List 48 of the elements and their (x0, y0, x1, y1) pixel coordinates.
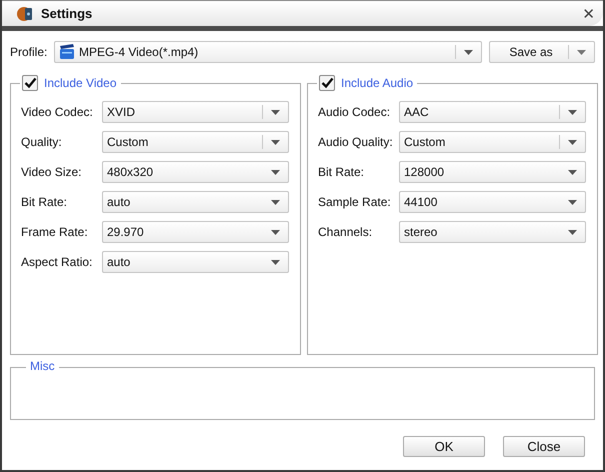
dropdown[interactable]: 29.970 (102, 221, 289, 243)
dropdown[interactable]: 128000 (399, 161, 586, 183)
dropdown-arrow-icon (464, 50, 473, 54)
dropdown[interactable]: auto (102, 251, 289, 273)
group-title: Include Video (44, 76, 117, 90)
dropdown-arrow-icon (271, 260, 280, 264)
window-title: Settings (41, 6, 94, 21)
group-title: Include Audio (341, 76, 414, 90)
dialog-button[interactable]: Close (503, 436, 585, 457)
field-label: Bit Rate: (318, 165, 366, 179)
dropdown[interactable]: XVID (102, 101, 289, 123)
field-label: Bit Rate: (21, 195, 68, 209)
dialog-button[interactable]: OK (403, 436, 485, 457)
field-label: Audio Quality: (318, 135, 394, 149)
field-label: Frame Rate: (21, 225, 89, 239)
group-title: Misc (26, 359, 59, 373)
dropdown-arrow-icon (577, 50, 586, 54)
dropdown[interactable]: stereo (399, 221, 586, 243)
dropdown-arrow-icon (568, 230, 577, 234)
dropdown-arrow-icon (568, 170, 577, 174)
dropdown[interactable]: Custom (102, 131, 289, 153)
dropdown-arrow-icon (568, 110, 577, 114)
clapperboard-icon (59, 44, 75, 60)
profile-dropdown[interactable]: MPEG-4 Video(*.mp4) (54, 41, 482, 63)
dropdown-arrow-icon (568, 200, 577, 204)
checkbox[interactable] (22, 75, 38, 91)
field-label: Video Codec: (21, 105, 94, 119)
dropdown[interactable]: 44100 (399, 191, 586, 213)
dropdown-arrow-icon (568, 140, 577, 144)
field-label: Sample Rate: (318, 195, 392, 209)
save-as-button[interactable]: Save as (489, 41, 595, 63)
profile-label: Profile: (10, 45, 48, 59)
dropdown-arrow-icon (271, 230, 280, 234)
field-label: Quality: (21, 135, 63, 149)
field-label: Channels: (318, 225, 374, 239)
dropdown-arrow-icon (271, 140, 280, 144)
dropdown-arrow-icon (271, 110, 280, 114)
dropdown[interactable]: AAC (399, 101, 586, 123)
field-label: Aspect Ratio: (21, 255, 94, 269)
dropdown[interactable]: 480x320 (102, 161, 289, 183)
checkbox[interactable] (319, 75, 335, 91)
dropdown-arrow-icon (271, 200, 280, 204)
dropdown[interactable]: Custom (399, 131, 586, 153)
dropdown[interactable]: auto (102, 191, 289, 213)
field-label: Video Size: (21, 165, 82, 179)
field-label: Audio Codec: (318, 105, 392, 119)
close-button[interactable]: ✕ (582, 4, 595, 22)
dropdown-arrow-icon (271, 170, 280, 174)
